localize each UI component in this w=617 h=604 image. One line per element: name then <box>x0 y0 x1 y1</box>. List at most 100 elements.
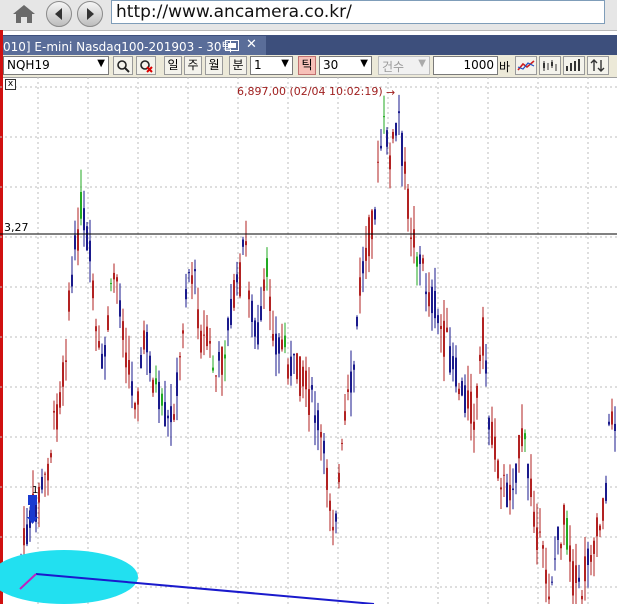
candle-body <box>389 155 391 170</box>
candle-body <box>590 555 592 562</box>
bar-chart-button[interactable] <box>563 56 585 75</box>
candle-body <box>257 322 259 345</box>
candle-body <box>374 209 376 220</box>
candle-body <box>530 478 532 498</box>
candle-chart-button[interactable] <box>539 56 561 75</box>
chevron-down-icon: ▼ <box>281 58 289 69</box>
sort-button[interactable] <box>587 56 609 75</box>
count-input[interactable]: 1000 <box>433 56 498 75</box>
candle-body <box>68 290 70 312</box>
candle-body <box>146 332 148 353</box>
candle-body <box>149 355 151 374</box>
search-reset-button[interactable] <box>136 56 156 75</box>
hline-label: 3,27 <box>4 221 29 234</box>
candle-body <box>446 327 448 332</box>
candle-body <box>245 241 247 246</box>
candle-body <box>506 482 508 508</box>
candle-body <box>464 385 466 413</box>
minute-value: 1 <box>254 58 262 72</box>
chevron-down-icon: ▼ <box>97 58 105 69</box>
candle-body <box>179 356 181 358</box>
search-cancel-icon <box>140 60 153 73</box>
period-week-button[interactable]: 주 <box>184 56 202 75</box>
candle-body <box>470 391 472 424</box>
candle-body <box>77 229 79 251</box>
candle-body <box>383 116 385 118</box>
period-minute-button[interactable]: 분 <box>229 56 247 75</box>
symbol-select[interactable]: NQH19 ▼ <box>3 56 109 75</box>
candle-body <box>155 378 157 385</box>
candle-body <box>131 381 133 396</box>
period-tick-button[interactable]: 틱 <box>298 56 316 75</box>
tick-select[interactable]: 30 ▼ <box>319 56 372 75</box>
candle-body <box>323 440 325 454</box>
candle-body <box>110 283 112 285</box>
back-icon[interactable] <box>46 1 72 27</box>
candle-body <box>350 371 352 393</box>
chart-toolbar: NQH19 ▼ 일 주 월 분 1 ▼ 틱 30 ▼ 건수 ▼ 1000 바 <box>0 55 617 78</box>
period-month-button[interactable]: 월 <box>205 56 223 75</box>
candle-body <box>50 453 52 458</box>
home-icon[interactable] <box>10 2 38 26</box>
candle-body <box>398 111 400 114</box>
candle-body <box>533 511 535 527</box>
candle-body <box>431 286 433 314</box>
chart-grid <box>0 77 617 604</box>
candle-body <box>302 366 304 387</box>
candle-body <box>602 498 604 521</box>
candle-body <box>212 367 214 371</box>
candle-body <box>266 258 268 277</box>
candle-body <box>188 272 190 274</box>
candle-body <box>275 333 277 355</box>
forward-icon[interactable] <box>77 1 103 27</box>
candle-body <box>242 239 244 247</box>
candle-body <box>518 434 520 459</box>
tab-close-icon[interactable]: ✕ <box>246 37 257 52</box>
candle-body <box>404 161 406 174</box>
candle-body <box>614 423 616 431</box>
candle-body <box>92 280 94 299</box>
candle-body <box>347 389 349 393</box>
candle-body <box>239 262 241 297</box>
candle-body <box>587 548 589 566</box>
candle-body <box>551 581 553 583</box>
candle-body <box>248 290 250 300</box>
candle-body <box>125 352 127 368</box>
search-button[interactable] <box>113 56 133 75</box>
candle-body <box>254 320 256 337</box>
candle-body <box>560 544 562 549</box>
candle-body <box>611 411 613 425</box>
count-type-select[interactable]: 건수 ▼ <box>378 56 430 75</box>
signal-marker[interactable] <box>28 495 37 505</box>
tab-options-icon[interactable] <box>225 40 239 51</box>
close-icon[interactable]: x <box>5 79 16 90</box>
candle-body <box>569 545 571 562</box>
count-type-value: 건수 <box>382 60 405 74</box>
candle-body <box>281 339 283 350</box>
candle-body <box>605 482 607 501</box>
candle-body <box>473 421 475 430</box>
candle-body <box>443 320 445 357</box>
candle-body <box>362 261 364 274</box>
candle-body <box>386 130 388 147</box>
high-arrow-icon: → <box>386 86 395 99</box>
period-day-button[interactable]: 일 <box>164 56 182 75</box>
candle-body <box>314 415 316 423</box>
candle-body <box>176 372 178 396</box>
minute-select[interactable]: 1 ▼ <box>250 56 293 75</box>
candle-body <box>440 325 442 330</box>
browser-toolbar: http://www.ancamera.co.kr/ <box>0 0 617 31</box>
candle-body <box>338 472 340 483</box>
candle-body <box>47 463 49 481</box>
tab-chart[interactable]: 010] E-mini Nasdaq100-201903 - 30틱 ✕ <box>0 36 266 55</box>
candle-body <box>458 388 460 395</box>
address-bar[interactable]: http://www.ancamera.co.kr/ <box>111 0 605 24</box>
candle-body <box>140 355 142 369</box>
candle-body <box>596 517 598 537</box>
price-chart[interactable]: 3,27 6,897,00 (02/04 10:02:19) → 1 <box>0 77 617 604</box>
candle-body <box>599 525 601 531</box>
candle-body <box>170 406 172 423</box>
candle-body <box>503 474 505 476</box>
line-chart-button[interactable] <box>515 56 537 75</box>
candle-body <box>26 524 28 545</box>
